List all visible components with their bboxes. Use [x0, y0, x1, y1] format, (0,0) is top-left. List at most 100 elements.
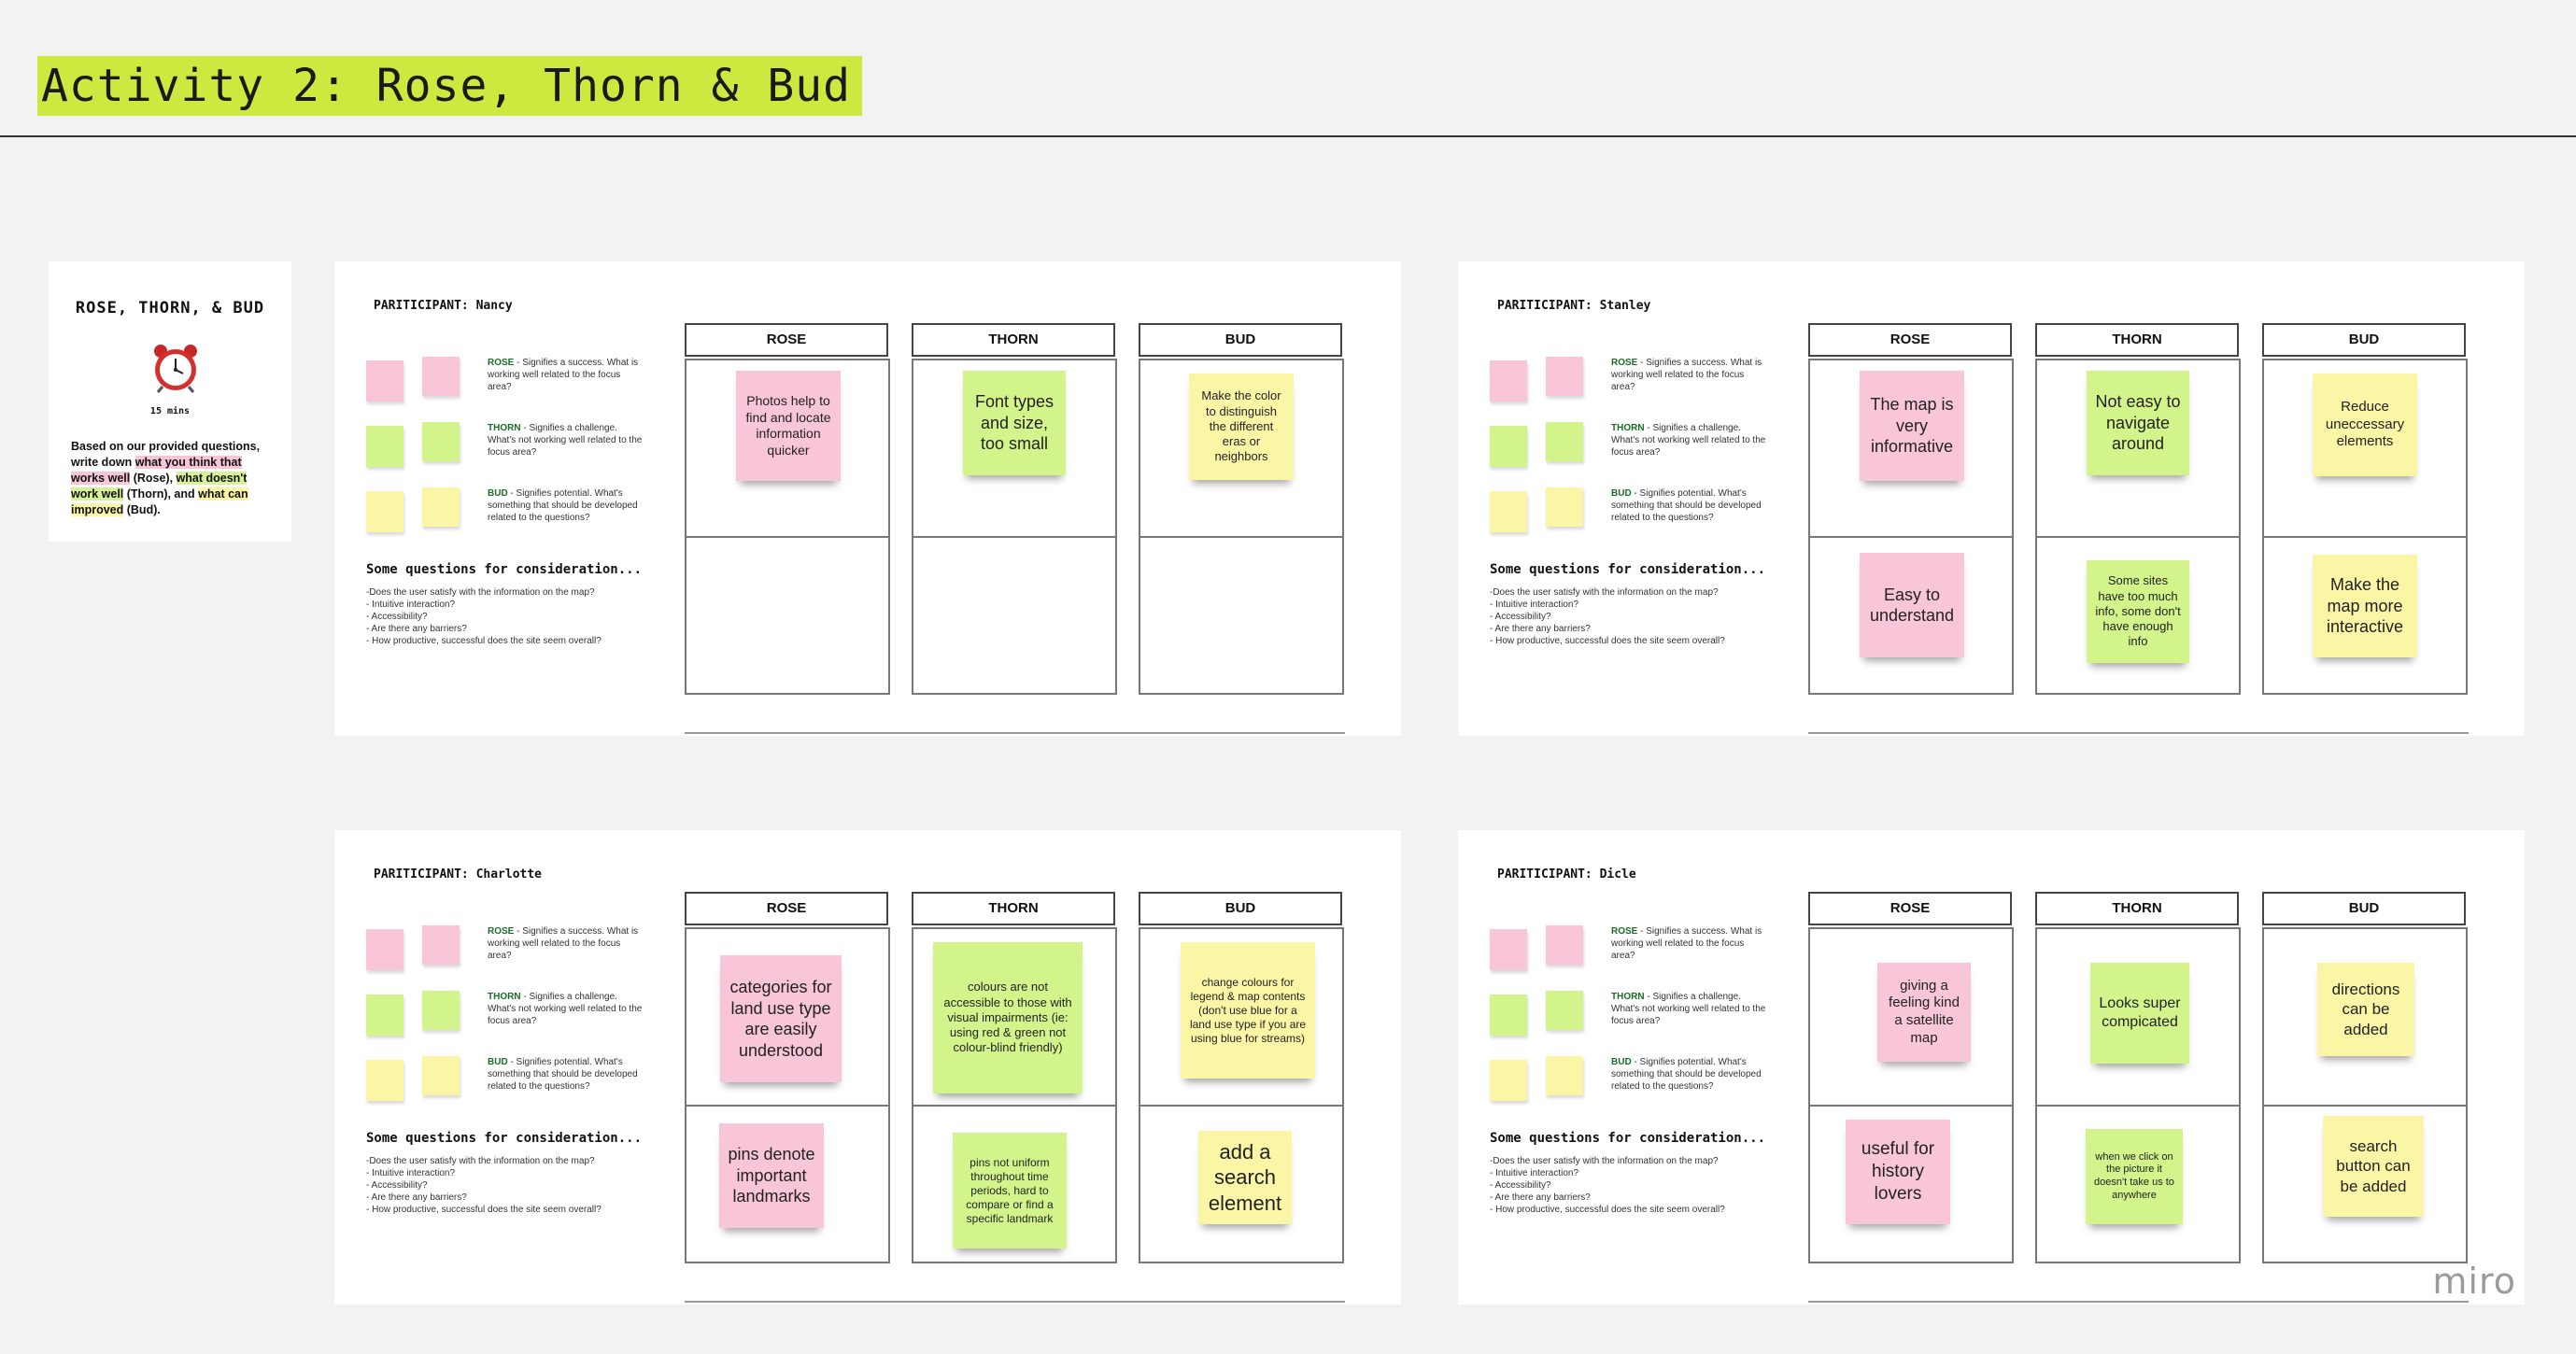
rose-sticky-note[interactable]: categories for land use type are easily …	[720, 955, 842, 1082]
thorn-sticky-note[interactable]: pins not uniform throughout time periods…	[953, 1133, 1067, 1248]
bud-sticky-note[interactable]: add a search element	[1198, 1131, 1292, 1224]
column-header-rose: ROSE	[1808, 892, 2012, 925]
rose-sticky-note[interactable]: Easy to understand	[1860, 553, 1964, 657]
thorn-sticky-sample	[366, 994, 403, 1036]
rose-sticky-sample	[422, 925, 460, 965]
board-baseline	[685, 1301, 1345, 1303]
bud-sticky-note[interactable]: Make the color to distinguish the differ…	[1189, 374, 1294, 480]
bud-sticky-sample	[366, 491, 403, 532]
question-item: - How productive, successful does the si…	[366, 1205, 602, 1215]
question-item: - How productive, successful does the si…	[1490, 1205, 1725, 1215]
questions-title: Some questions for consideration...	[1490, 562, 1766, 577]
question-item: - How productive, successful does the si…	[1490, 636, 1725, 646]
questions-title: Some questions for consideration...	[1490, 1131, 1766, 1146]
board-baseline	[1808, 732, 2469, 734]
legend-thorn: THORN - Signifies a challenge. What's no…	[1490, 991, 1770, 1047]
question-item: -Does the user satisfy with the informat…	[366, 587, 595, 598]
bud-legend-text: BUD - Signifies potential. What's someth…	[1611, 1057, 1762, 1092]
questions-title: Some questions for consideration...	[366, 562, 643, 577]
participant-label: PARITICIPANT: Dicle	[1497, 867, 1636, 882]
thorn-sticky-sample	[1546, 991, 1583, 1030]
column-header-thorn: THORN	[2035, 323, 2239, 357]
participant-board-4[interactable]: PARITICIPANT: Dicle ROSE - Signifies a s…	[1458, 830, 2525, 1305]
participant-board-1[interactable]: PARITICIPANT: Nancy ROSE - Signifies a s…	[334, 261, 1401, 736]
bud-sticky-sample	[422, 1056, 460, 1095]
instructions-title: ROSE, THORN, & BUD	[75, 299, 265, 317]
rose-cell[interactable]	[685, 536, 890, 695]
question-item: - Intuitive interaction?	[1490, 1168, 1579, 1178]
rose-sticky-note[interactable]: giving a feeling kind a satellite map	[1877, 963, 1971, 1062]
bud-sticky-note[interactable]: search button can be added	[2323, 1116, 2424, 1217]
bud-sticky-sample	[366, 1060, 403, 1101]
column-header-rose: ROSE	[685, 323, 888, 357]
instructions-text: Based on our provided questions, write d…	[71, 440, 261, 516]
rose-sticky-sample	[1490, 360, 1527, 402]
bud-sticky-sample	[1546, 487, 1583, 527]
board-title[interactable]: Activity 2: Rose, Thorn & Bud	[37, 56, 863, 116]
column-header-bud: BUD	[1139, 892, 1342, 925]
question-item: - Are there any barriers?	[366, 1192, 467, 1203]
rose-sticky-note[interactable]: pins denote important landmarks	[719, 1123, 824, 1228]
alarm-clock-icon	[154, 345, 197, 393]
thorn-sticky-note[interactable]: colours are not accessible to those with…	[933, 942, 1083, 1093]
thorn-sticky-note[interactable]: Some sites have too much info, some don'…	[2087, 560, 2189, 663]
column-header-rose: ROSE	[1808, 323, 2012, 357]
question-item: - Intuitive interaction?	[366, 1168, 456, 1178]
column-header-thorn: THORN	[912, 323, 1115, 357]
thorn-legend-text: THORN - Signifies a challenge. What's no…	[1611, 423, 1766, 458]
board-baseline	[1808, 1301, 2469, 1303]
thorn-sticky-note[interactable]: Not easy to navigate around	[2087, 371, 2189, 475]
bud-sticky-note[interactable]: Make the map more interactive	[2313, 555, 2417, 657]
participant-board-3[interactable]: PARITICIPANT: Charlotte ROSE - Signifies…	[334, 830, 1401, 1305]
participant-board-2[interactable]: PARITICIPANT: Stanley ROSE - Signifies a…	[1458, 261, 2525, 736]
question-item: - Accessibility?	[1490, 1180, 1551, 1191]
questions-list: -Does the user satisfy with the informat…	[1490, 1155, 1725, 1216]
board-title-frame: Activity 2: Rose, Thorn & Bud	[37, 56, 863, 116]
thorn-sticky-sample	[366, 426, 403, 467]
board-baseline	[685, 732, 1345, 734]
legend-bud: BUD - Signifies potential. What's someth…	[366, 487, 646, 543]
bud-sticky-sample	[1490, 1060, 1527, 1101]
bud-sticky-note[interactable]: change colours for legend & map contents…	[1181, 942, 1315, 1079]
rose-legend-text: ROSE - Signifies a success. What is work…	[1611, 358, 1762, 392]
thorn-sticky-note[interactable]: Looks super compicated	[2090, 963, 2189, 1064]
column-header-bud: BUD	[2262, 323, 2466, 357]
rose-legend-text: ROSE - Signifies a success. What is work…	[1611, 926, 1762, 961]
instructions-card[interactable]: ROSE, THORN, & BUD 15 mins Based on our …	[49, 261, 291, 542]
question-item: - Are there any barriers?	[1490, 624, 1591, 634]
bud-legend-text: BUD - Signifies potential. What's someth…	[488, 1057, 638, 1092]
miro-logo[interactable]: miro	[2432, 1261, 2516, 1302]
question-item: -Does the user satisfy with the informat…	[1490, 1156, 1719, 1166]
question-item: - Accessibility?	[366, 1180, 428, 1191]
bud-sticky-note[interactable]: Reduce uneccessary elements	[2313, 374, 2417, 476]
thorn-sticky-note[interactable]: when we click on the picture it doesn't …	[2086, 1129, 2183, 1224]
rose-sticky-sample	[1546, 925, 1583, 965]
thorn-legend-text: THORN - Signifies a challenge. What's no…	[1611, 992, 1766, 1026]
thorn-sticky-note[interactable]: Font types and size, too small	[963, 371, 1066, 475]
thorn-legend-text: THORN - Signifies a challenge. What's no…	[488, 992, 643, 1026]
rose-sticky-sample	[366, 929, 403, 970]
bud-sticky-note[interactable]: directions can be added	[2317, 963, 2414, 1056]
legend-thorn: THORN - Signifies a challenge. What's no…	[366, 422, 646, 478]
thorn-sticky-sample	[1490, 994, 1527, 1036]
bud-legend-text: BUD - Signifies potential. What's someth…	[488, 488, 638, 523]
title-divider	[0, 135, 2576, 137]
thorn-cell[interactable]	[912, 536, 1117, 695]
question-item: - Intuitive interaction?	[1490, 599, 1579, 610]
bud-cell[interactable]	[1139, 536, 1344, 695]
rose-sticky-note[interactable]: useful for history lovers	[1846, 1120, 1950, 1224]
column-header-thorn: THORN	[2035, 892, 2239, 925]
rose-sticky-sample	[1490, 929, 1527, 970]
question-item: - Intuitive interaction?	[366, 599, 456, 610]
duration-label: 15 mins	[149, 406, 191, 416]
thorn-legend-text: THORN - Signifies a challenge. What's no…	[488, 423, 643, 458]
thorn-sticky-sample	[422, 422, 460, 461]
legend-rose: ROSE - Signifies a success. What is work…	[1490, 925, 1770, 981]
rose-sticky-note[interactable]: Photos help to find and locate informati…	[736, 371, 841, 481]
column-header-bud: BUD	[2262, 892, 2466, 925]
rose-sticky-sample	[1546, 357, 1583, 396]
questions-title: Some questions for consideration...	[366, 1131, 643, 1146]
question-item: -Does the user satisfy with the informat…	[366, 1156, 595, 1166]
rose-sticky-note[interactable]: The map is very informative	[1860, 371, 1964, 481]
question-item: - How productive, successful does the si…	[366, 636, 602, 646]
